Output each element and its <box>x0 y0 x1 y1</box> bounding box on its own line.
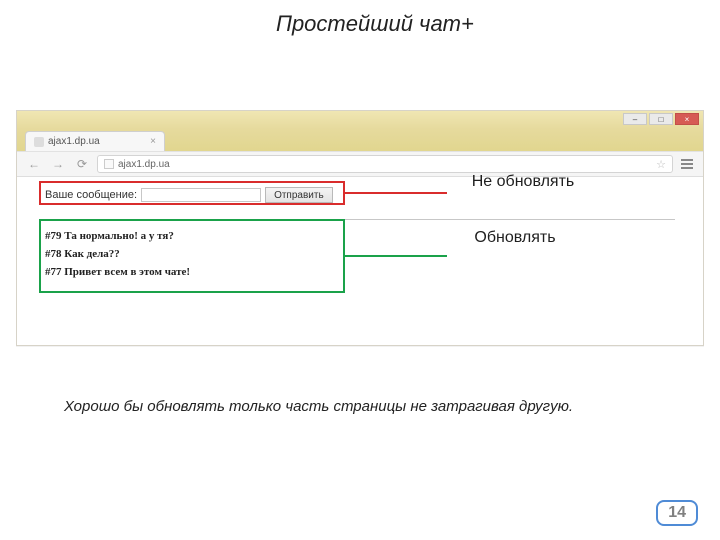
reload-button[interactable]: ⟳ <box>73 155 91 173</box>
message-input[interactable] <box>141 188 261 202</box>
close-button[interactable]: × <box>675 113 699 125</box>
send-button[interactable]: Отправить <box>265 187 333 203</box>
tab-strip: ajax1.dp.ua × <box>17 129 703 151</box>
chat-message: #79 Та нормально! а у тя? <box>45 230 675 242</box>
annotation-refresh: Обновлять <box>460 230 570 247</box>
slide-caption: Хорошо бы обновлять только часть страниц… <box>64 398 624 417</box>
minimize-button[interactable]: – <box>623 113 647 125</box>
annotation-no-refresh: Не обновлять <box>468 174 578 191</box>
page-icon <box>104 159 114 169</box>
tab-title: ajax1.dp.ua <box>48 136 100 147</box>
chat-message: #77 Привет всем в этом чате! <box>45 266 675 278</box>
page-content: Ваше сообщение: Отправить #79 Та нормаль… <box>17 177 703 345</box>
browser-window: – □ × ajax1.dp.ua × ← → ⟳ ajax1.dp.ua ☆ … <box>16 110 704 346</box>
slide-title: Простейший чат+ <box>276 12 476 36</box>
address-bar-row: ← → ⟳ ajax1.dp.ua ☆ <box>17 151 703 177</box>
titlebar: – □ × <box>17 111 703 129</box>
url-text: ajax1.dp.ua <box>118 159 170 170</box>
tab-close-icon[interactable]: × <box>150 136 156 147</box>
bookmark-star-icon[interactable]: ☆ <box>656 158 666 171</box>
back-button[interactable]: ← <box>25 155 43 173</box>
message-list: #79 Та нормально! а у тя? #78 Как дела??… <box>45 230 675 278</box>
browser-tab[interactable]: ajax1.dp.ua × <box>25 131 165 151</box>
maximize-button[interactable]: □ <box>649 113 673 125</box>
hamburger-menu-icon[interactable] <box>679 156 695 172</box>
window-controls: – □ × <box>623 113 699 125</box>
address-bar[interactable]: ajax1.dp.ua ☆ <box>97 155 673 173</box>
favicon-icon <box>34 137 44 147</box>
separator <box>45 219 675 220</box>
forward-button[interactable]: → <box>49 155 67 173</box>
message-label: Ваше сообщение: <box>45 189 137 201</box>
page-number: 14 <box>656 500 698 526</box>
chat-message: #78 Как дела?? <box>45 248 675 260</box>
chat-form: Ваше сообщение: Отправить <box>45 187 675 203</box>
